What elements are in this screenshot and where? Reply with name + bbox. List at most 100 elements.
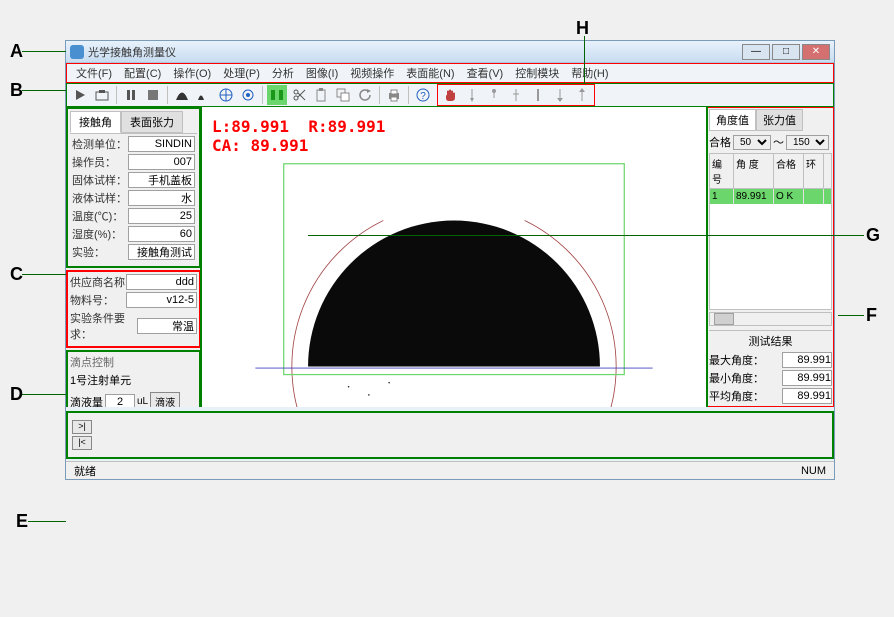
camera-icon[interactable]	[92, 85, 112, 105]
tab-surface-tension[interactable]: 表面张力	[121, 111, 183, 133]
cell-id: 1	[710, 189, 734, 204]
clipboard-icon[interactable]	[311, 85, 331, 105]
help-icon[interactable]: ?	[413, 85, 433, 105]
status-ready: 就绪	[74, 463, 801, 479]
menu-help[interactable]: 帮助(H)	[565, 63, 614, 83]
timeline-prev-button[interactable]: |<	[72, 436, 92, 450]
input-liquid[interactable]	[128, 190, 195, 206]
separator	[116, 86, 117, 104]
input-humidity[interactable]	[128, 226, 195, 242]
table-row[interactable]: 1 89.991 O K	[710, 189, 831, 204]
menu-image[interactable]: 图像(I)	[300, 63, 344, 83]
menu-view[interactable]: 查看(V)	[461, 63, 510, 83]
pause-icon[interactable]	[121, 85, 141, 105]
label-max: 最大角度：	[709, 352, 764, 368]
label-material: 物料号：	[70, 292, 126, 308]
annotation-line-G	[308, 235, 864, 236]
scissors-icon[interactable]	[289, 85, 309, 105]
timeline-panel: >| |<	[66, 411, 834, 459]
label-condition: 实验条件要求：	[70, 310, 137, 342]
minimize-button[interactable]: —	[742, 44, 770, 60]
stop-icon[interactable]	[143, 85, 163, 105]
hand-icon[interactable]	[440, 85, 460, 105]
right-hscroll[interactable]	[709, 312, 832, 326]
menu-analyze[interactable]: 分析	[266, 63, 300, 83]
needle6-icon[interactable]	[572, 85, 592, 105]
window-controls: — □ ✕	[742, 44, 830, 60]
circle-cross-icon[interactable]	[216, 85, 236, 105]
label-volume: 滴液量	[70, 394, 103, 408]
value-max[interactable]	[782, 352, 832, 368]
cell-angle: 89.991	[734, 189, 774, 204]
menu-video[interactable]: 视频操作	[344, 63, 400, 83]
play-icon[interactable]	[70, 85, 90, 105]
menu-file[interactable]: 文件(F)	[70, 63, 118, 83]
separator	[167, 86, 168, 104]
maximize-button[interactable]: □	[772, 44, 800, 60]
separator	[262, 86, 263, 104]
copy-icon[interactable]	[333, 85, 353, 105]
drop-full-icon[interactable]	[172, 85, 192, 105]
form-rows: 检测单位： 操作员： 固体试样： 液体试样： 温度(℃)： 湿度(%)： 实验：	[70, 134, 197, 264]
row-min: 最小角度：	[709, 369, 832, 387]
input-detect-unit[interactable]	[128, 136, 195, 152]
pass-range-row: 合格 50 ～ 150	[709, 134, 832, 150]
right-tabs: 角度值 张力值	[709, 109, 832, 131]
annotation-line-C	[22, 274, 66, 275]
col-id: 编号	[710, 154, 734, 188]
label-avg: 平均角度：	[709, 388, 764, 404]
annotation-A: A	[10, 41, 23, 62]
label-temp: 温度(℃)：	[72, 208, 128, 224]
close-button[interactable]: ✕	[802, 44, 830, 60]
drop-image	[202, 107, 706, 407]
print-icon[interactable]	[384, 85, 404, 105]
annotation-D: D	[10, 384, 23, 405]
drop-half-icon[interactable]	[194, 85, 214, 105]
toolbar-group-2	[437, 84, 595, 106]
tab-contact-angle[interactable]: 接触角	[70, 111, 121, 133]
cell-ok: O K	[774, 189, 804, 204]
value-min[interactable]	[782, 370, 832, 386]
label-supplier: 供应商名称	[70, 274, 126, 290]
menu-operate[interactable]: 操作(O)	[167, 63, 217, 83]
input-temp[interactable]	[128, 208, 195, 224]
tab-angle-value[interactable]: 角度值	[709, 109, 756, 131]
needle5-icon[interactable]	[550, 85, 570, 105]
input-solid[interactable]	[128, 172, 195, 188]
row-detect-unit: 检测单位：	[72, 136, 195, 152]
pass-to-select[interactable]: 150	[786, 135, 829, 150]
dispense-button[interactable]: 滴液	[150, 392, 180, 407]
scroll-thumb[interactable]	[714, 313, 734, 325]
refresh-icon[interactable]	[355, 85, 375, 105]
timeline-next-button[interactable]: >|	[72, 420, 92, 434]
pass-from-select[interactable]: 50	[733, 135, 771, 150]
label-exp: 实验：	[72, 244, 128, 260]
results-summary: 测试结果 最大角度： 最小角度： 平均角度：	[709, 330, 832, 405]
menu-surface[interactable]: 表面能(N)	[400, 63, 460, 83]
bracket-icon[interactable]	[267, 85, 287, 105]
input-supplier[interactable]	[126, 274, 197, 290]
value-avg[interactable]	[782, 388, 832, 404]
supplier-box: 供应商名称 物料号： 实验条件要求：	[66, 270, 201, 348]
col-ring: 环	[804, 154, 824, 188]
input-condition[interactable]	[137, 318, 197, 334]
input-exp[interactable]	[128, 244, 195, 260]
row-max: 最大角度：	[709, 351, 832, 369]
input-material[interactable]	[126, 292, 197, 308]
needle1-icon[interactable]	[462, 85, 482, 105]
menu-process[interactable]: 处理(P)	[217, 63, 266, 83]
needle2-icon[interactable]	[484, 85, 504, 105]
tab-tension-value[interactable]: 张力值	[756, 109, 803, 131]
menu-config[interactable]: 配置(C)	[118, 63, 167, 83]
input-volume[interactable]	[105, 394, 135, 408]
menu-control[interactable]: 控制模块	[509, 63, 565, 83]
table-header: 编号 角 度 合格 环	[710, 154, 831, 189]
status-bar: 就绪 NUM	[66, 461, 834, 479]
left-tabs: 接触角 表面张力	[70, 111, 197, 134]
target-icon[interactable]	[238, 85, 258, 105]
dispense-volume-row: 滴液量 uL 滴液	[70, 392, 197, 407]
input-operator[interactable]	[128, 154, 195, 170]
annotation-H: H	[576, 18, 589, 39]
needle4-icon[interactable]	[528, 85, 548, 105]
needle3-icon[interactable]	[506, 85, 526, 105]
